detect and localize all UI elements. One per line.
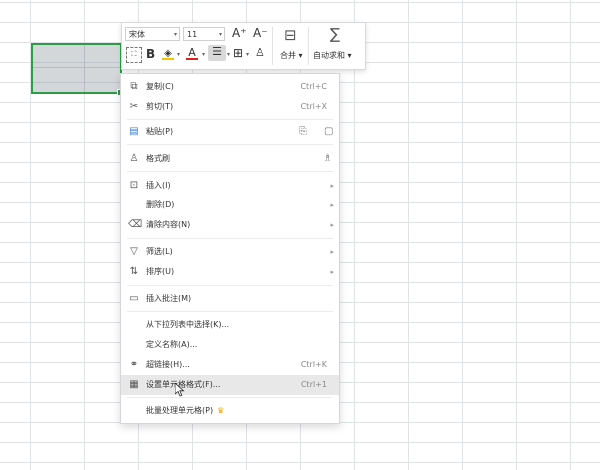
menu-separator [127,171,333,172]
paste-values-icon[interactable]: ⎘ [299,122,307,142]
menu-separator [127,238,333,239]
menu-item-insert[interactable]: ⊡ 插入(I) ▸ [121,176,339,196]
toolbar-divider [308,27,309,65]
context-menu: ⧉ 复制(C) Ctrl+C ✂ 剪切(T) Ctrl+X ▤ 粘贴(P) ⎘ … [120,73,340,424]
borders-button[interactable]: ⊞ [233,46,243,60]
submenu-arrow-icon: ▸ [330,248,334,256]
menu-item-filter[interactable]: ▽ 筛选(L) ▸ [121,242,339,262]
menu-shortcut: Ctrl+K [300,360,327,369]
align-center-icon: ☰ [212,45,222,58]
format-painter-icon: ♙ [255,46,265,59]
menu-item-copy[interactable]: ⧉ 复制(C) Ctrl+C [121,77,339,97]
eraser-icon: ⌫ [128,219,143,230]
format-painter-multi-icon[interactable]: ♗ [323,149,332,169]
menu-item-sort[interactable]: ⇅ 排序(U) ▸ [121,262,339,282]
toolbar-divider [272,27,273,65]
align-center-button[interactable]: ☰ [208,45,226,61]
menu-item-batch-process[interactable]: 批量处理单元格(P) ♛ [121,401,339,421]
chevron-down-icon[interactable]: ▾ [246,48,249,62]
font-color-button[interactable]: A [186,46,198,60]
menu-item-cut[interactable]: ✂ 剪切(T) Ctrl+X [121,97,339,117]
menu-label: 清除内容(N) [146,220,191,229]
menu-label: 排序(U) [146,267,175,276]
sort-icon: ⇅ [129,266,139,277]
menu-label: 从下拉列表中选择(K)... [146,320,230,329]
selection-row-divider [33,67,120,68]
mouse-pointer-icon [175,383,185,397]
insert-cells-icon: ⊡ [129,180,139,191]
format-painter-button[interactable]: ♙ [255,46,265,60]
menu-shortcut: Ctrl+1 [300,380,327,389]
submenu-arrow-icon: ▸ [330,268,334,276]
copy-icon: ⧉ [130,81,138,92]
sigma-icon[interactable]: ∑ [330,25,340,43]
menu-label: 粘贴(P) [146,127,174,136]
merge-button[interactable]: 合并 ▾ [280,50,303,61]
menu-shortcut: Ctrl+C [300,82,327,91]
fill-color-button[interactable]: ◈ [162,46,174,60]
menu-label: 定义名称(A)... [146,340,198,349]
submenu-arrow-icon: ▸ [330,221,334,229]
crown-icon: ♛ [217,406,225,415]
mini-toolbar: 宋体 ▾ 11 ▾ A⁺ A⁻ ⛶ B ◈ ▾ A ▾ ☰ ▾ ⊞ ▾ ♙ ⊟ … [121,22,366,70]
menu-label: 格式刷 [146,154,170,163]
menu-separator [127,119,333,120]
font-name-value: 宋体 [129,30,145,39]
autosum-button[interactable]: 自动求和 ▾ [313,50,352,61]
format-cells-icon: ▦ [129,379,139,390]
paste-clipboard-icon[interactable]: ▢ [324,122,333,142]
menu-separator [127,311,333,312]
menu-item-pick-from-list[interactable]: 从下拉列表中选择(K)... [121,315,339,335]
selected-range[interactable] [31,43,124,96]
format-painter-icon: ♙ [129,153,139,164]
menu-label: 剪切(T) [146,102,174,111]
menu-separator [127,144,333,145]
menu-item-format-painter[interactable]: ♙ 格式刷 ♗ [121,149,339,169]
chevron-down-icon: ▾ [173,31,177,38]
menu-separator [127,397,333,398]
menu-item-hyperlink[interactable]: ⚭ 超链接(H)... Ctrl+K [121,355,339,375]
font-size-value: 11 [187,30,198,39]
menu-item-clear[interactable]: ⌫ 清除内容(N) ▸ [121,215,339,235]
selection-col-divider [84,45,85,92]
menu-label: 插入批注(M) [146,294,192,303]
menu-item-format-cells[interactable]: ▦ 设置单元格格式(F)... Ctrl+1 [121,375,339,395]
menu-label: 删除(D) [146,200,175,209]
menu-label: 批量处理单元格(P) ♛ [146,406,225,415]
submenu-arrow-icon: ▸ [330,201,334,209]
cell-border-select-icon[interactable]: ⛶ [126,47,142,63]
submenu-arrow-icon: ▸ [330,182,334,190]
chevron-down-icon[interactable]: ▾ [227,48,230,62]
shrink-font-button[interactable]: A⁻ [253,26,268,40]
comment-icon: ▭ [129,293,139,304]
menu-shortcut: Ctrl+X [300,102,327,111]
menu-item-insert-comment[interactable]: ▭ 插入批注(M) [121,289,339,309]
menu-item-delete[interactable]: 删除(D) ▸ [121,195,339,215]
borders-grid-icon: ⊞ [233,46,244,60]
chevron-down-icon[interactable]: ▾ [177,48,180,62]
grow-font-button[interactable]: A⁺ [232,26,247,40]
paste-icon: ▤ [129,126,139,137]
menu-label: 超链接(H)... [146,360,190,369]
merge-cells-icon[interactable]: ⊟ [284,26,297,44]
menu-item-define-name[interactable]: 定义名称(A)... [121,335,339,355]
menu-label: 筛选(L) [146,247,173,256]
filter-funnel-icon: ▽ [130,246,138,257]
font-name-select[interactable]: 宋体 ▾ [125,27,180,41]
link-icon: ⚭ [129,359,139,370]
chevron-down-icon: ▾ [218,31,222,38]
menu-separator [127,285,333,286]
paint-bucket-icon: ◈ [164,48,172,59]
menu-label: 复制(C) [146,82,174,91]
menu-label: 插入(I) [146,181,171,190]
chevron-down-icon[interactable]: ▾ [202,48,205,62]
scissors-icon: ✂ [129,101,139,112]
bold-button[interactable]: B [146,47,155,61]
font-size-select[interactable]: 11 ▾ [183,27,225,41]
menu-item-paste[interactable]: ▤ 粘贴(P) ⎘ ▢ [121,122,339,142]
